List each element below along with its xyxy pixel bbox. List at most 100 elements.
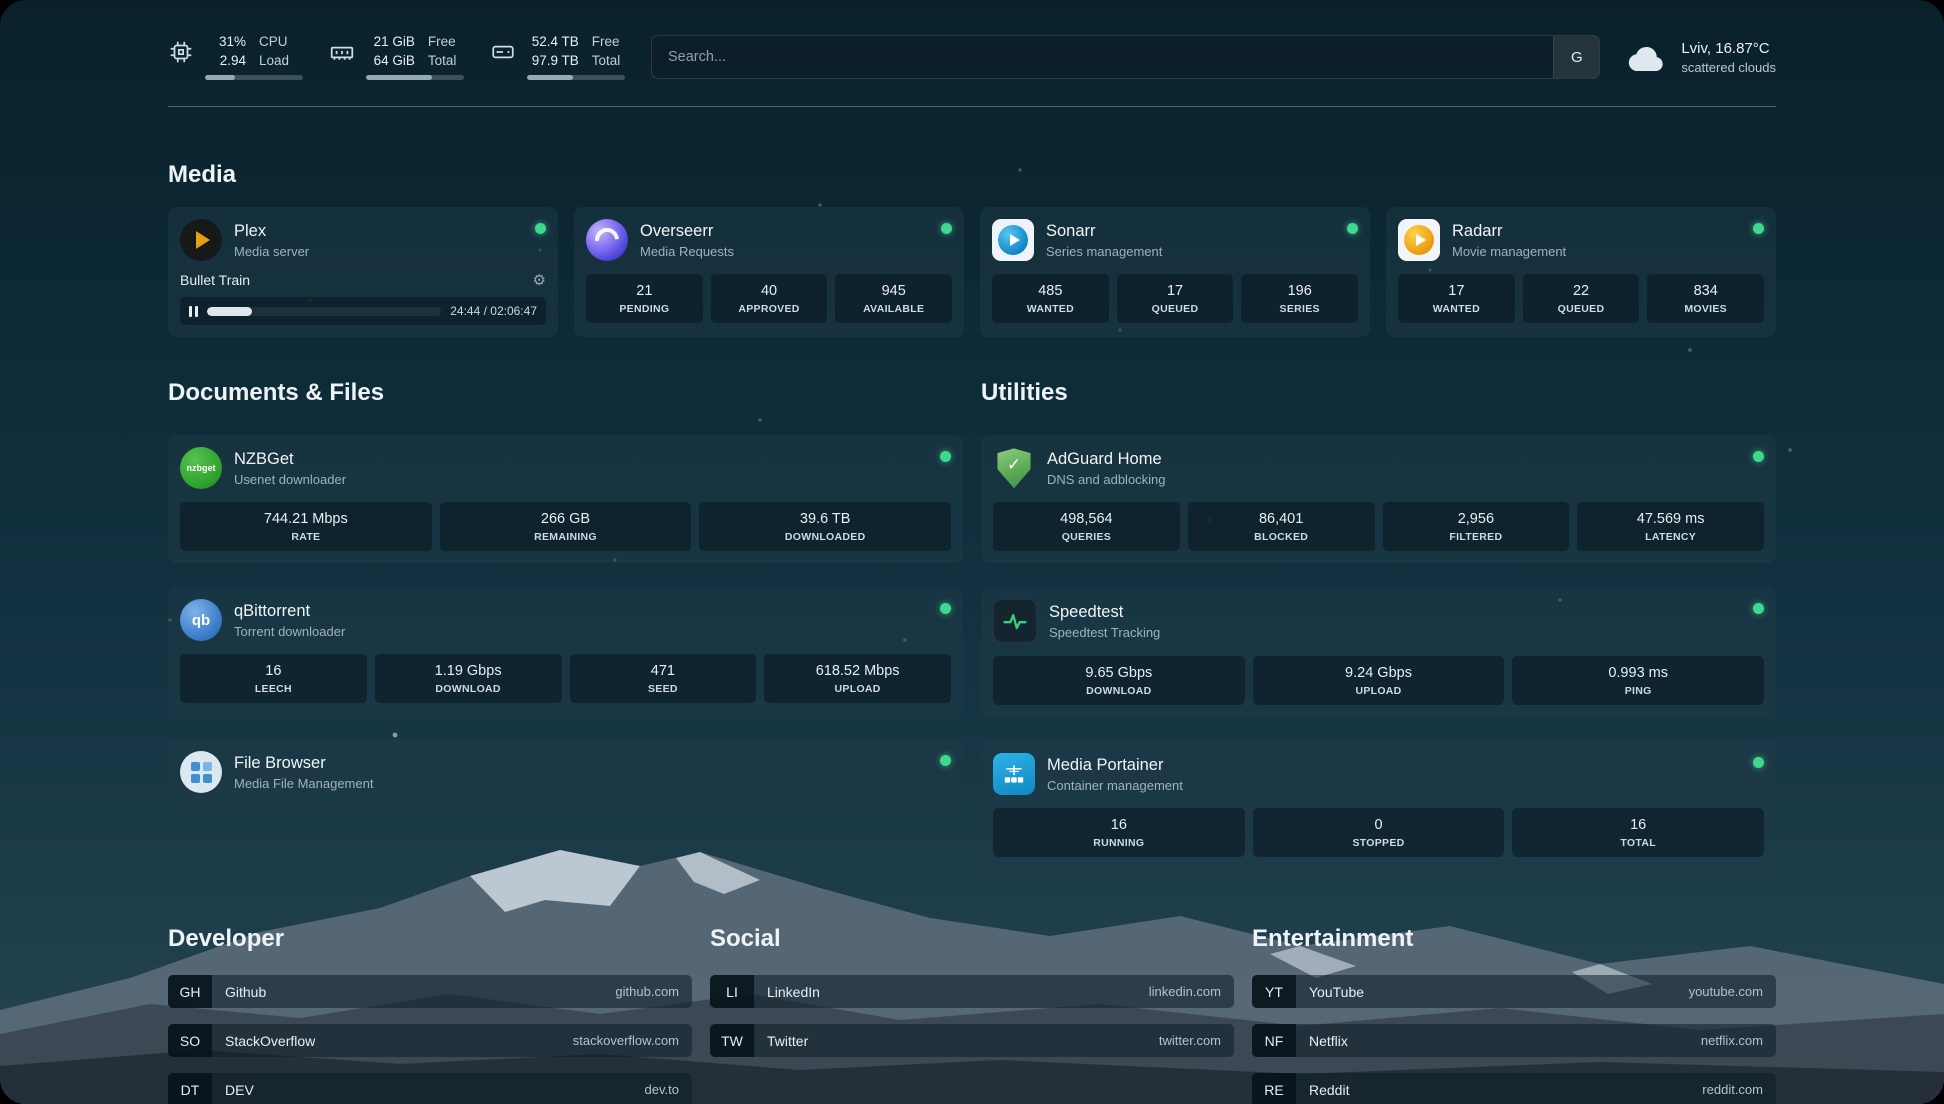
memory-total-label: Total (428, 53, 464, 69)
service-desc: Media Requests (640, 244, 734, 259)
bookmark-github[interactable]: GH Github github.com (168, 975, 692, 1008)
bookmarks-social: Social LI LinkedIn linkedin.com TW Twitt… (710, 925, 1234, 1104)
section-title-utilities: Utilities (981, 379, 1776, 407)
bookmark-abbr: TW (710, 1024, 754, 1057)
radarr-icon (1398, 219, 1440, 261)
status-dot (1753, 757, 1764, 768)
service-desc: Movie management (1452, 244, 1566, 259)
section-media: Media Plex Media server Bullet Train (168, 161, 1776, 337)
service-desc: Usenet downloader (234, 472, 346, 487)
bookmark-linkedin[interactable]: LI LinkedIn linkedin.com (710, 975, 1234, 1008)
bookmark-abbr: RE (1252, 1073, 1296, 1104)
memory-total-value: 64 GiB (366, 53, 415, 69)
bookmark-youtube[interactable]: YT YouTube youtube.com (1252, 975, 1776, 1008)
service-card-overseerr[interactable]: Overseerr Media Requests 21 PENDING 40 A… (574, 207, 964, 337)
stat-filtered: 2,956 FILTERED (1383, 502, 1570, 551)
service-name: Radarr (1452, 222, 1566, 241)
service-card-portainer[interactable]: Media Portainer Container management 16 … (981, 741, 1776, 869)
service-name: File Browser (234, 754, 373, 773)
service-card-qbittorrent[interactable]: qb qBittorrent Torrent downloader 16 LEE… (168, 587, 963, 715)
stat-wanted: 17 WANTED (1398, 274, 1515, 323)
weather-condition: scattered clouds (1681, 60, 1776, 75)
search-provider-button[interactable]: G (1553, 36, 1599, 78)
playback-progress-bar (207, 307, 441, 316)
bookmark-name: YouTube (1309, 984, 1364, 1000)
stat-download: 1.19 Gbps DOWNLOAD (375, 654, 562, 703)
stat-wanted: 485 WANTED (992, 274, 1109, 323)
bookmark-url: youtube.com (1689, 984, 1763, 999)
service-name: qBittorrent (234, 602, 345, 621)
resource-widgets: 31% CPU 2.94 Load (168, 34, 625, 80)
status-dot (940, 603, 951, 614)
service-card-radarr[interactable]: Radarr Movie management 17 WANTED 22 QUE… (1386, 207, 1776, 337)
service-name: AdGuard Home (1047, 450, 1166, 469)
bookmark-abbr: YT (1252, 975, 1296, 1008)
section-title-media: Media (168, 161, 1776, 189)
service-name: Speedtest (1049, 603, 1160, 622)
dashboard-content: 31% CPU 2.94 Load (0, 0, 1944, 1104)
service-name: Media Portainer (1047, 756, 1183, 775)
disk-total-value: 97.9 TB (527, 53, 579, 69)
weather-location: Lviv, 16.87°C (1681, 40, 1776, 57)
bookmark-abbr: DT (168, 1073, 212, 1104)
settings-gear-icon[interactable]: ⚙ (533, 273, 546, 288)
stat-queued: 22 QUEUED (1523, 274, 1640, 323)
sonarr-icon (992, 219, 1034, 261)
plex-icon (180, 219, 222, 261)
now-playing-title: Bullet Train (180, 272, 250, 288)
bookmark-name: Github (225, 984, 266, 1000)
nzbget-icon: nzbget (180, 447, 222, 489)
status-dot (1347, 223, 1358, 234)
dashboard-screen: 31% CPU 2.94 Load (0, 0, 1944, 1104)
bookmark-reddit[interactable]: RE Reddit reddit.com (1252, 1073, 1776, 1104)
service-card-speedtest[interactable]: Speedtest Speedtest Tracking 9.65 Gbps D… (981, 587, 1776, 717)
stat-download: 9.65 Gbps DOWNLOAD (993, 656, 1245, 705)
stat-approved: 40 APPROVED (711, 274, 828, 323)
playback-time: 24:44 / 02:06:47 (450, 304, 537, 318)
bookmark-netflix[interactable]: NF Netflix netflix.com (1252, 1024, 1776, 1057)
section-utilities: Utilities ✓ AdGuard Home DNS and adblock… (981, 379, 1776, 869)
status-dot (1753, 603, 1764, 614)
bookmark-name: Reddit (1309, 1082, 1349, 1098)
cpu-widget: 31% CPU 2.94 Load (168, 34, 303, 80)
stat-ping: 0.993 ms PING (1512, 656, 1764, 705)
header: 31% CPU 2.94 Load (168, 34, 1776, 80)
search-input[interactable] (652, 36, 1553, 78)
bookmark-dev[interactable]: DT DEV dev.to (168, 1073, 692, 1104)
disk-total-label: Total (592, 53, 625, 69)
status-dot (941, 223, 952, 234)
service-card-adguard[interactable]: ✓ AdGuard Home DNS and adblocking 498,56… (981, 435, 1776, 563)
stat-seed: 471 SEED (570, 654, 757, 703)
service-desc: Series management (1046, 244, 1162, 259)
cpu-progress-bar (205, 75, 303, 80)
status-dot (1753, 451, 1764, 462)
speedtest-icon (993, 599, 1037, 643)
bookmark-name: StackOverflow (225, 1033, 315, 1049)
cpu-chip-icon (168, 39, 194, 65)
stat-series: 196 SERIES (1241, 274, 1358, 323)
filebrowser-icon (180, 751, 222, 793)
portainer-icon (993, 753, 1035, 795)
section-title-documents: Documents & Files (168, 379, 963, 407)
bookmark-url: linkedin.com (1149, 984, 1221, 999)
stat-latency: 47.569 ms LATENCY (1577, 502, 1764, 551)
service-name: Plex (234, 222, 309, 241)
bookmarks-developer: Developer GH Github github.com SO StackO… (168, 925, 692, 1104)
disk-free-value: 52.4 TB (527, 34, 579, 50)
service-card-filebrowser[interactable]: File Browser Media File Management (168, 739, 963, 805)
stat-remaining: 266 GB REMAINING (440, 502, 692, 551)
service-card-plex[interactable]: Plex Media server Bullet Train ⚙ 24:44 /… (168, 207, 558, 337)
service-card-nzbget[interactable]: nzbget NZBGet Usenet downloader 744.21 M… (168, 435, 963, 563)
service-name: Overseerr (640, 222, 734, 241)
cloud-icon (1626, 41, 1668, 73)
service-card-sonarr[interactable]: Sonarr Series management 485 WANTED 17 Q… (980, 207, 1370, 337)
bookmark-stackoverflow[interactable]: SO StackOverflow stackoverflow.com (168, 1024, 692, 1057)
bookmark-twitter[interactable]: TW Twitter twitter.com (710, 1024, 1234, 1057)
section-documents: Documents & Files nzbget NZBGet Usenet d… (168, 379, 963, 869)
status-dot (1753, 223, 1764, 234)
stat-upload: 9.24 Gbps UPLOAD (1253, 656, 1505, 705)
bookmark-name: Twitter (767, 1033, 808, 1049)
bookmark-name: LinkedIn (767, 984, 820, 1000)
status-dot (535, 223, 546, 234)
search-bar: G (651, 35, 1600, 79)
